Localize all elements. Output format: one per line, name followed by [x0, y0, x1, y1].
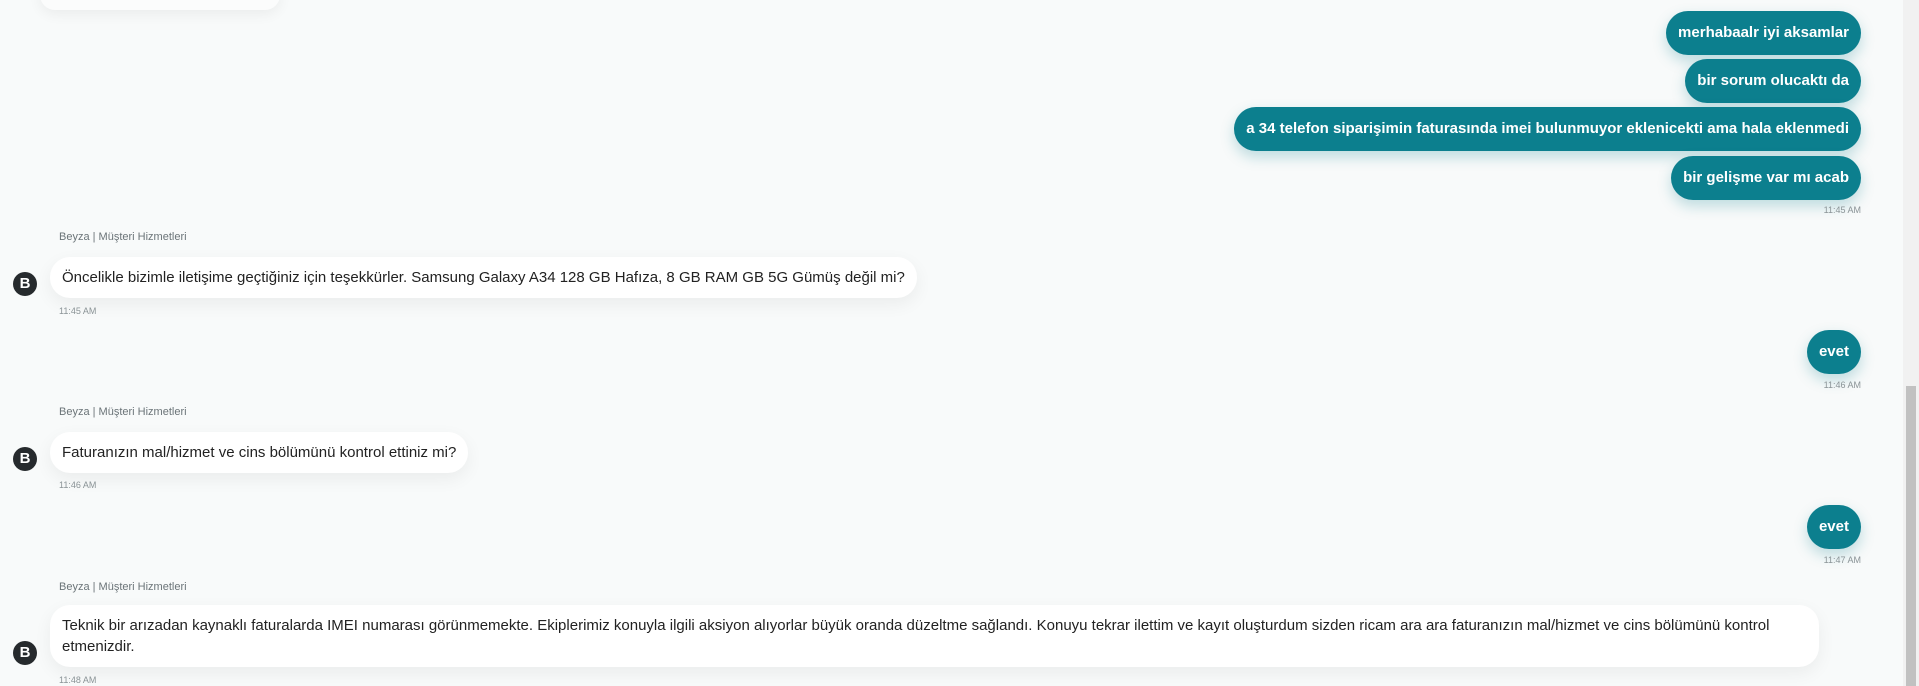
agent-message: Teknik bir arızadan kaynaklı faturalarda…: [50, 605, 1819, 667]
agent-message: Öncelikle bizimle iletişime geçtiğiniz i…: [50, 257, 917, 298]
user-message: a 34 telefon siparişimin faturasında ime…: [1234, 107, 1861, 151]
scrollbar-thumb[interactable]: [1906, 386, 1916, 686]
user-message: bir sorum olucaktı da: [1685, 59, 1861, 103]
user-message: merhabaalr iyi aksamlar: [1666, 11, 1861, 55]
user-message: bir gelişme var mı acab: [1671, 156, 1861, 200]
message-timestamp: 11:48 AM: [59, 675, 97, 685]
agent-sender-name: Beyza | Müşteri Hizmetleri: [59, 406, 187, 418]
agent-message: Faturanızın mal/hizmet ve cins bölümünü …: [50, 432, 469, 473]
agent-avatar-icon: B: [13, 272, 37, 296]
previous-message-bubble: [40, 0, 280, 10]
agent-avatar-icon: B: [13, 641, 37, 665]
agent-avatar-icon: B: [13, 447, 37, 471]
message-timestamp: 11:45 AM: [59, 306, 97, 316]
agent-sender-name: Beyza | Müşteri Hizmetleri: [59, 581, 187, 593]
user-message: evet: [1806, 505, 1861, 549]
message-timestamp: 11:46 AM: [59, 480, 97, 490]
message-timestamp: 11:47 AM: [1823, 555, 1861, 565]
agent-sender-name: Beyza | Müşteri Hizmetleri: [59, 231, 187, 243]
message-timestamp: 11:46 AM: [1823, 380, 1861, 390]
user-message: evet: [1806, 330, 1861, 374]
vertical-scrollbar[interactable]: [1903, 0, 1919, 686]
message-timestamp: 11:45 AM: [1823, 205, 1861, 215]
chat-transcript: merhabaalr iyi aksamlar bir sorum olucak…: [0, 0, 1903, 686]
